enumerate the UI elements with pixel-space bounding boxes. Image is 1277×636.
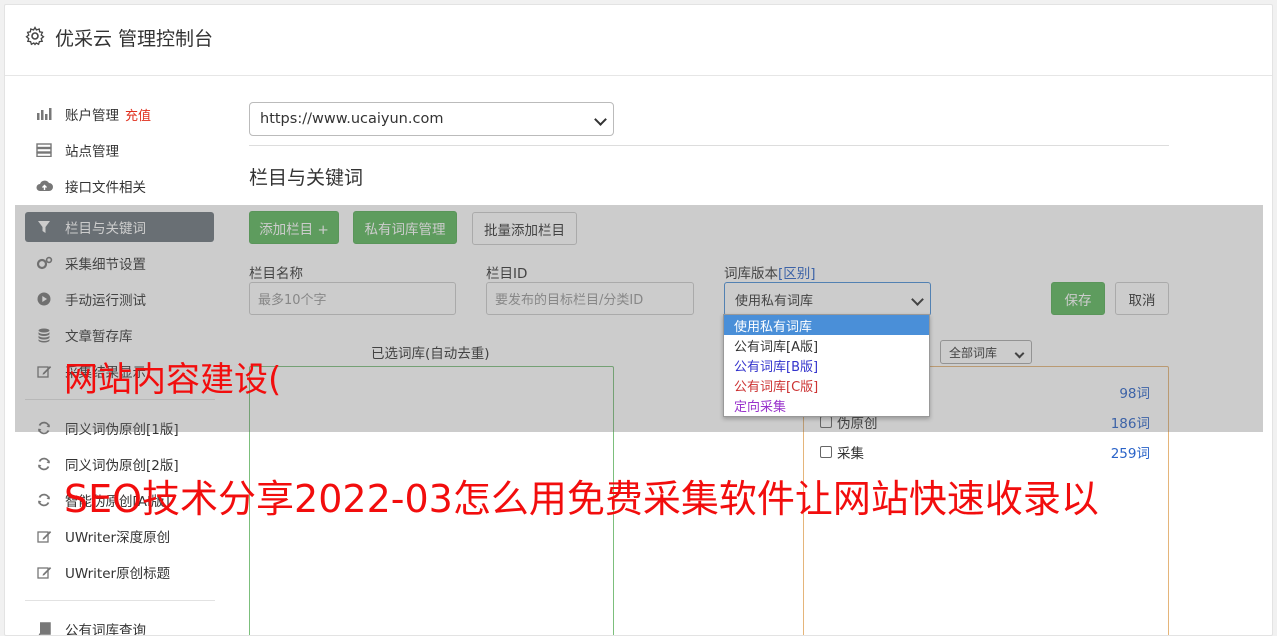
sidebar-divider bbox=[25, 600, 215, 601]
server-icon bbox=[35, 142, 53, 158]
sidebar-item-label: UWriter原创标题 bbox=[65, 566, 171, 582]
dropdown-option-private[interactable]: 使用私有词库 bbox=[724, 315, 929, 335]
lib-item[interactable]: 采集 259词 bbox=[820, 441, 1150, 463]
sidebar-item-uwriter-title[interactable]: UWriter原创标题 bbox=[25, 557, 214, 587]
sidebar-item-label: 账户管理 bbox=[65, 108, 119, 124]
book-icon bbox=[35, 621, 53, 635]
lib-item-label: 采集 bbox=[837, 446, 864, 462]
section-title: 栏目与关键词 bbox=[249, 167, 364, 189]
sidebar-item-uwriter-deep[interactable]: UWriter深度原创 bbox=[25, 521, 214, 551]
edit-icon bbox=[35, 564, 53, 580]
recharge-link[interactable]: 充值 bbox=[125, 105, 151, 124]
chevron-down-icon bbox=[594, 113, 607, 126]
sidebar-item-api-files[interactable]: 接口文件相关 bbox=[25, 171, 214, 201]
site-select[interactable]: https://www.ucaiyun.com bbox=[249, 102, 614, 136]
top-bar: 优采云 管理控制台 bbox=[5, 5, 1272, 76]
site-select-value: https://www.ucaiyun.com bbox=[260, 111, 444, 127]
dropdown-option-public-a[interactable]: 公有词库[A版] bbox=[724, 335, 929, 355]
app-title: 优采云 管理控制台 bbox=[55, 28, 214, 50]
gear-icon bbox=[25, 26, 45, 46]
sidebar-item-account[interactable]: 账户管理 充值 bbox=[25, 99, 214, 129]
lib-checkbox[interactable] bbox=[820, 446, 832, 458]
refresh-icon bbox=[35, 492, 53, 508]
sidebar-item-label: 站点管理 bbox=[65, 144, 119, 160]
sidebar-item-label: 接口文件相关 bbox=[65, 180, 146, 196]
bar-chart-icon bbox=[35, 106, 53, 122]
watermark-line-2: SEO技术分享2022-03怎么用免费采集软件让网站快速收录以 bbox=[64, 477, 1099, 521]
edit-icon bbox=[35, 528, 53, 544]
sidebar-item-public-lib-query[interactable]: 公有词库查询 bbox=[25, 614, 214, 636]
cloud-upload-icon bbox=[35, 178, 53, 194]
sidebar-item-sites[interactable]: 站点管理 bbox=[25, 135, 214, 165]
lib-item-count: 259词 bbox=[1110, 446, 1150, 462]
watermark-line-1: 网站内容建设( bbox=[64, 360, 282, 400]
sidebar-item-label: 公有词库查询 bbox=[65, 623, 146, 636]
dropdown-option-public-c[interactable]: 公有词库[C版] bbox=[724, 375, 929, 395]
refresh-icon bbox=[35, 456, 53, 472]
divider bbox=[249, 145, 1169, 146]
dropdown-option-public-b[interactable]: 公有词库[B版] bbox=[724, 355, 929, 375]
lib-version-dropdown[interactable]: 使用私有词库 公有词库[A版] 公有词库[B版] 公有词库[C版] 定向采集 bbox=[723, 314, 930, 417]
sidebar-item-label: UWriter深度原创 bbox=[65, 530, 171, 546]
dropdown-option-targeted[interactable]: 定向采集 bbox=[724, 395, 929, 415]
